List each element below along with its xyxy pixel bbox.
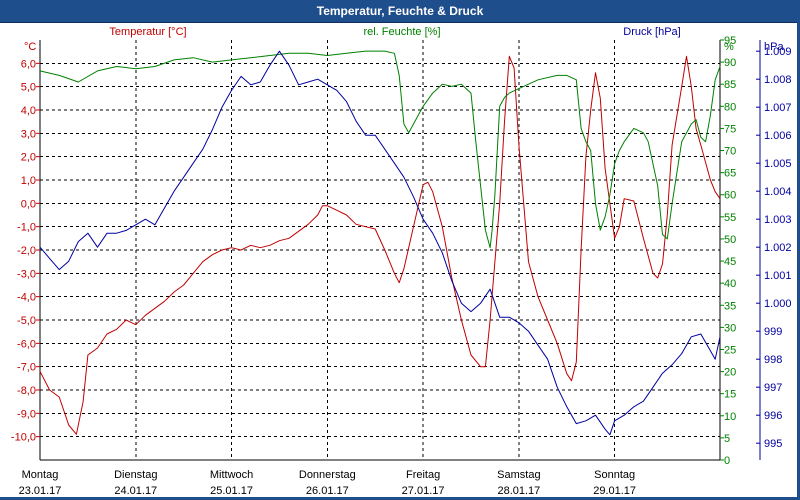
- temperature-tick-label: 4,0: [21, 105, 36, 117]
- x-tick-date: 25.01.17: [210, 485, 253, 497]
- temperature-tick-label: 6,0: [21, 58, 36, 70]
- humidity-axis-title: rel. Feuchte [%]: [363, 26, 440, 38]
- humidity-tick-label: 65: [724, 168, 736, 180]
- humidity-tick-label: 20: [724, 367, 736, 379]
- humidity-tick-label: 50: [724, 234, 736, 246]
- x-tick-date: 28.01.17: [497, 485, 540, 497]
- temperature-tick-label: -6,0: [17, 338, 36, 350]
- x-tick-date: 23.01.17: [19, 485, 62, 497]
- temperature-tick-label: -1,0: [17, 222, 36, 234]
- humidity-tick-label: 70: [724, 146, 736, 158]
- humidity-tick-label: 10: [724, 411, 736, 423]
- temperature-tick-label: -10,0: [11, 432, 36, 444]
- x-tick-date: 29.01.17: [593, 485, 636, 497]
- x-tick-date: 26.01.17: [306, 485, 349, 497]
- pressure-tick-label: 1.004: [764, 186, 792, 198]
- humidity-tick-label: 0: [724, 455, 730, 467]
- pressure-tick-label: 999: [764, 326, 782, 338]
- humidity-tick-label: 40: [724, 278, 736, 290]
- pressure-tick-label: 1.007: [764, 102, 792, 114]
- x-tick-day: Samstag: [497, 469, 540, 481]
- pressure-series-line: [39, 50, 721, 436]
- pressure-tick-label: 1.002: [764, 242, 792, 254]
- humidity-tick-label: 90: [724, 57, 736, 69]
- temperature-tick-label: 0,0: [21, 198, 36, 210]
- temperature-tick-label: 3,0: [21, 128, 36, 140]
- x-tick-day: Montag: [22, 469, 59, 481]
- pressure-tick-label: 1.003: [764, 214, 792, 226]
- x-tick-day: Dienstag: [114, 469, 157, 481]
- chart-canvas: Montag 23.01.17 Dienstag 24.01.17 Mittwoch 25…: [11, 26, 792, 497]
- pressure-tick-label: 996: [764, 410, 782, 422]
- humidity-tick-label: 25: [724, 344, 736, 356]
- humidity-tick-label: 85: [724, 79, 736, 91]
- pressure-tick-label: 997: [764, 382, 782, 394]
- humidity-tick-label: 60: [724, 190, 736, 202]
- humidity-tick-label: 80: [724, 101, 736, 113]
- temperature-series-line: [39, 55, 721, 435]
- humidity-tick-label: 30: [724, 322, 736, 334]
- x-tick-day: Mittwoch: [210, 469, 253, 481]
- humidity-tick-label: 15: [724, 389, 736, 401]
- pressure-tick-label: 998: [764, 354, 782, 366]
- pressure-tick-label: 1.008: [764, 74, 792, 86]
- pressure-axis-title: Druck [hPa]: [623, 26, 680, 38]
- x-tick-day: Donnerstag: [299, 469, 356, 481]
- humidity-tick-label: 35: [724, 300, 736, 312]
- x-tick-day: Freitag: [406, 469, 440, 481]
- chart-window: Temperatur, Feuchte & Druck Montag 23.01.…: [0, 0, 800, 500]
- temperature-tick-label: -8,0: [17, 385, 36, 397]
- temperature-tick-label: 5,0: [21, 82, 36, 94]
- humidity-tick-label: 55: [724, 212, 736, 224]
- pressure-tick-label: 1.005: [764, 158, 792, 170]
- humidity-tick-label: 5: [724, 433, 730, 445]
- pressure-tick-label: 1.006: [764, 130, 792, 142]
- humidity-series-line: [39, 50, 721, 249]
- temperature-tick-label: -3,0: [17, 268, 36, 280]
- temperature-tick-label: 1,0: [21, 175, 36, 187]
- temperature-tick-label: 2,0: [21, 152, 36, 164]
- temperature-unit: °C: [24, 41, 36, 53]
- humidity-tick-label: 95: [724, 35, 736, 47]
- temperature-axis-title: Temperatur [°C]: [109, 26, 186, 38]
- x-tick-day: Sonntag: [594, 469, 635, 481]
- pressure-tick-label: 1.009: [764, 46, 792, 58]
- temperature-tick-label: -5,0: [17, 315, 36, 327]
- temperature-tick-label: -4,0: [17, 292, 36, 304]
- temperature-tick-label: -9,0: [17, 408, 36, 420]
- pressure-tick-label: 1.000: [764, 298, 792, 310]
- temperature-tick-label: -2,0: [17, 245, 36, 257]
- pressure-tick-label: 995: [764, 438, 782, 450]
- x-tick-date: 27.01.17: [402, 485, 445, 497]
- pressure-tick-label: 1.001: [764, 270, 792, 282]
- temperature-tick-label: -7,0: [17, 362, 36, 374]
- humidity-tick-label: 75: [724, 123, 736, 135]
- x-tick-date: 24.01.17: [114, 485, 157, 497]
- humidity-tick-label: 45: [724, 256, 736, 268]
